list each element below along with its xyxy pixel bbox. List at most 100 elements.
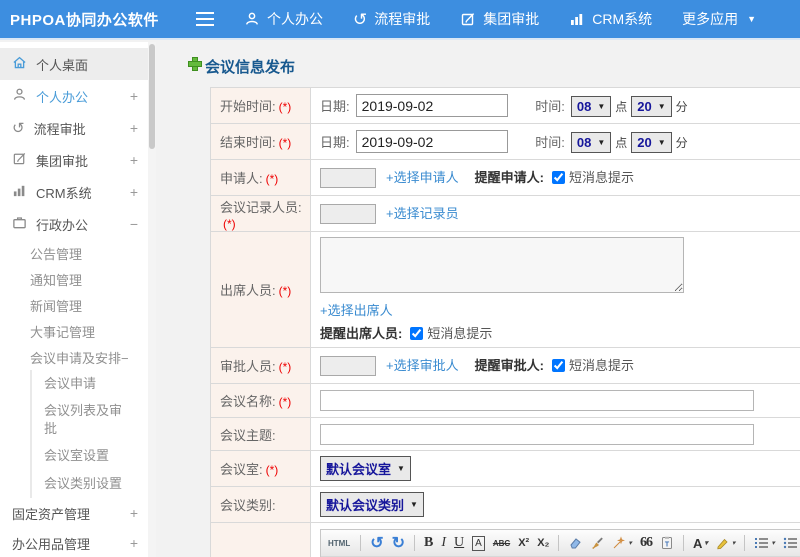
sidebar-item-label: 大事记管理 (30, 324, 96, 340)
sidebar-item-meeting-list-approval[interactable]: 会议列表及审批 (32, 398, 148, 442)
field-label: 会议类别: (220, 498, 276, 513)
app-logo: PHPOA协同办公软件 (10, 11, 159, 29)
start-date-input[interactable] (355, 94, 508, 117)
expand-plus-icon[interactable]: + (130, 505, 138, 521)
undo-icon[interactable]: ↺ (370, 533, 383, 553)
expand-plus-icon[interactable]: + (130, 535, 138, 551)
ordered-list-icon[interactable]: ▾ (754, 536, 775, 550)
autoformat-icon[interactable]: ▾ (612, 536, 632, 550)
nav-workflow-approval[interactable]: ↺ 流程审批 (353, 9, 430, 29)
sidebar-item-meeting-apply-arrange[interactable]: 会议申请及安排− (0, 344, 148, 370)
sidebar-item-label: 新闻管理 (30, 298, 83, 314)
recorder-input[interactable] (320, 203, 376, 224)
required-mark: (*) (278, 284, 292, 298)
meeting-category-select[interactable]: 默认会议类别 ▼ (320, 492, 424, 517)
choose-applicant-link[interactable]: +选择申请人 (386, 170, 459, 185)
table-row: 开始时间:(*) 日期: 时间: 08▼点20▼分 (210, 87, 800, 124)
meeting-name-input[interactable] (320, 390, 754, 411)
start-hour-select[interactable]: 08 ▼ (570, 95, 612, 117)
paste-text-icon[interactable]: T (660, 536, 674, 550)
rich-text-editor: HTML ↺ ↻ B I U A ABC X² X₂ ▾ 66 T A ▾ ▾ … (320, 529, 800, 557)
meeting-room-select[interactable]: 默认会议室 ▼ (320, 456, 411, 481)
nav-crm-system[interactable]: CRM系统 (569, 9, 652, 29)
approver-input[interactable] (320, 355, 376, 376)
sms-label: 短消息提示 (427, 326, 493, 341)
sidebar-item-meeting-category-settings[interactable]: 会议类别设置 (32, 470, 148, 498)
nav-personal-office[interactable]: 个人办公 (244, 9, 323, 29)
choose-attendees-link[interactable]: +选择出席人 (320, 303, 393, 318)
page-title: 会议信息发布 (188, 56, 800, 77)
nav-more-apps[interactable]: 更多应用 ▼ (682, 9, 756, 29)
expand-plus-icon[interactable]: + (130, 88, 138, 104)
chevron-down-icon: ▼ (410, 500, 418, 509)
home-icon (12, 55, 27, 73)
sidebar-item-fixed-assets[interactable]: 固定资产管理 + (0, 498, 148, 528)
char-border-button[interactable]: A (472, 535, 485, 551)
sidebar-item-memorabilia[interactable]: 大事记管理 (0, 318, 148, 344)
sidebar-item-desktop[interactable]: 个人桌面 (0, 48, 148, 80)
sidebar-item-label: 会议室设置 (44, 448, 110, 464)
date-label: 日期: (320, 98, 350, 114)
toolbar-separator (558, 535, 560, 551)
italic-button[interactable]: I (441, 535, 446, 551)
sidebar-item-news[interactable]: 新闻管理 (0, 292, 148, 318)
admin-office-submenu: 公告管理 通知管理 新闻管理 大事记管理 会议申请及安排− (0, 240, 148, 370)
bold-button[interactable]: B (424, 535, 433, 551)
sidebar-scrollbar[interactable] (148, 42, 156, 557)
attendees-sms-checkbox[interactable] (410, 327, 424, 340)
format-brush-icon[interactable] (590, 536, 604, 550)
expand-plus-icon[interactable]: + (130, 184, 138, 200)
blockquote-button[interactable]: 66 (640, 535, 653, 551)
highlight-pen-icon[interactable]: ▾ (716, 536, 736, 550)
start-minute-select[interactable]: 20 ▼ (631, 95, 672, 117)
collapse-minus-icon[interactable]: − (130, 216, 138, 232)
end-minute-select[interactable]: 20 ▼ (631, 131, 672, 153)
eraser-icon[interactable] (568, 536, 582, 550)
field-label: 开始时间: (220, 99, 276, 114)
sidebar-item-office-supplies[interactable]: 办公用品管理 + (0, 528, 148, 557)
app-window: PHPOA协同办公软件 个人办公 ↺ 流程审批 集团审批 CRM系统 更多应用 … (0, 0, 800, 557)
chevron-down-icon: ▼ (747, 14, 757, 24)
attendees-textarea[interactable] (320, 237, 684, 293)
underline-button[interactable]: U (454, 535, 464, 551)
sidebar-item-announcements[interactable]: 公告管理 (0, 240, 148, 266)
approver-sms-checkbox[interactable] (551, 359, 565, 373)
sidebar-item-group-approval[interactable]: 集团审批 + (0, 144, 148, 176)
sidebar-item-personal-office[interactable]: 个人办公 + (0, 80, 148, 112)
meeting-subject-input[interactable] (320, 423, 754, 445)
menu-icon[interactable] (196, 12, 214, 26)
strikethrough-button[interactable]: ABC (493, 539, 510, 548)
applicant-input[interactable] (320, 167, 376, 188)
end-hour-select[interactable]: 08 ▼ (570, 131, 612, 153)
html-source-button[interactable]: HTML (327, 538, 351, 549)
sidebar-item-label: 行政办公 (36, 217, 89, 233)
scrollbar-thumb[interactable] (149, 44, 155, 149)
font-color-button[interactable]: A ▾ (693, 536, 708, 551)
redo-icon[interactable]: ↻ (392, 533, 405, 553)
sidebar-item-label: 个人桌面 (36, 57, 89, 73)
chevron-down-icon: ▾ (731, 540, 736, 547)
sidebar-item-crm[interactable]: CRM系统 + (0, 176, 148, 208)
unordered-list-icon[interactable]: ▾ (783, 536, 800, 550)
sidebar-item-meeting-room-settings[interactable]: 会议室设置 (32, 442, 148, 470)
editor-toolbar-row-1: HTML ↺ ↻ B I U A ABC X² X₂ ▾ 66 T A ▾ ▾ … (321, 530, 800, 557)
sidebar-item-label: CRM系统 (36, 185, 92, 201)
expand-plus-icon[interactable]: + (130, 152, 138, 168)
end-date-input[interactable] (355, 130, 508, 153)
superscript-button[interactable]: X² (518, 537, 529, 549)
sidebar-item-label: 公告管理 (30, 246, 83, 262)
subscript-button[interactable]: X₂ (537, 537, 549, 549)
choose-approver-link[interactable]: +选择审批人 (386, 358, 459, 373)
expand-plus-icon[interactable]: + (130, 120, 138, 136)
chevron-down-icon: ▼ (657, 101, 666, 111)
sidebar-item-admin-office[interactable]: 行政办公 − (0, 208, 148, 240)
applicant-sms-checkbox[interactable] (551, 171, 565, 185)
date-label: 日期: (320, 134, 350, 150)
sidebar-item-notices[interactable]: 通知管理 (0, 266, 148, 292)
choose-recorder-link[interactable]: +选择记录员 (386, 206, 459, 221)
meeting-form: 开始时间:(*) 日期: 时间:08▼点20▼分 结束时间:(*) 日期: 时间… (210, 87, 800, 557)
nav-group-approval[interactable]: 集团审批 (460, 9, 539, 29)
sidebar-item-meeting-apply[interactable]: 会议申请 (32, 370, 148, 398)
sidebar-item-workflow-approval[interactable]: ↺ 流程审批 + (0, 112, 148, 144)
sidebar: 个人桌面 个人办公 + ↺ 流程审批 + 集团审批 + CRM系统 + 行政办公… (0, 42, 156, 557)
